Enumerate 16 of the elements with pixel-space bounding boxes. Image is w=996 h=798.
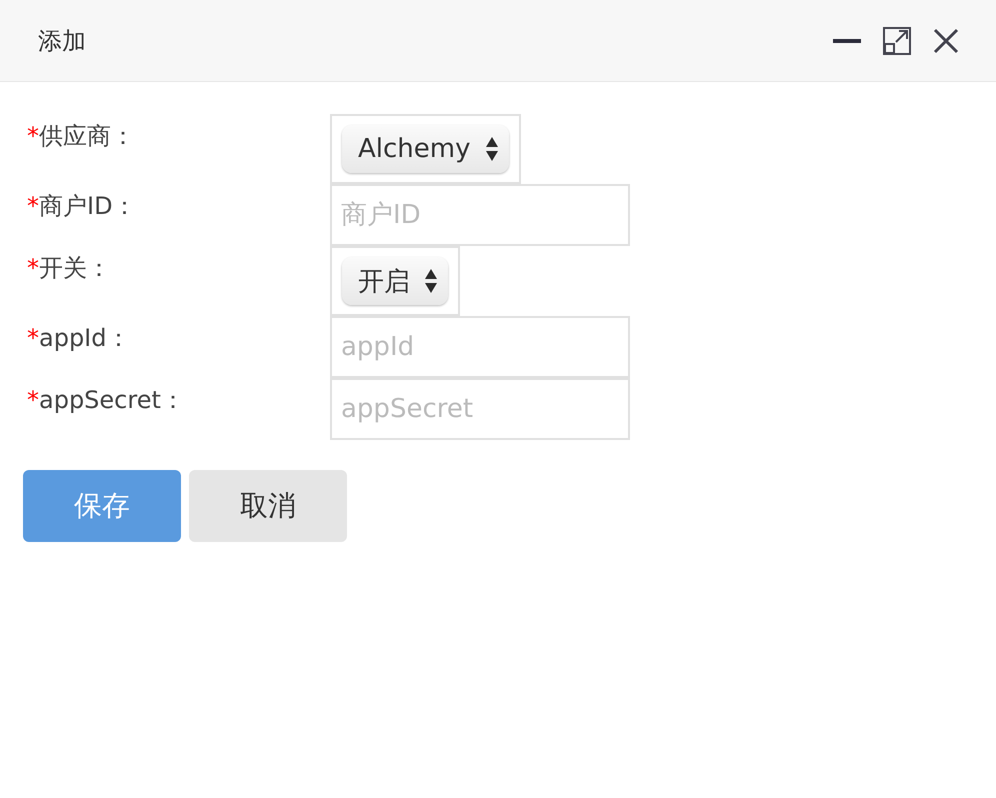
cancel-button[interactable]: 取消 (189, 470, 347, 542)
updown-arrow-icon (424, 268, 438, 294)
field-label: *appId： (27, 323, 132, 354)
field-label: *开关： (27, 253, 112, 284)
maximize-icon[interactable] (882, 26, 912, 56)
field-label: *appSecret： (27, 385, 186, 416)
input-field[interactable]: appId (330, 316, 630, 378)
window-title: 添加 (38, 26, 87, 56)
input-field[interactable]: appSecret (330, 378, 630, 440)
field-label: *供应商： (27, 121, 136, 152)
select-field[interactable]: Alchemy (342, 125, 508, 173)
updown-arrow-icon (484, 136, 498, 162)
input-field[interactable]: 商户ID (330, 184, 630, 246)
select-field[interactable]: 开启 (342, 257, 448, 305)
field-label: *商户ID： (27, 191, 138, 222)
close-icon[interactable] (932, 26, 960, 54)
